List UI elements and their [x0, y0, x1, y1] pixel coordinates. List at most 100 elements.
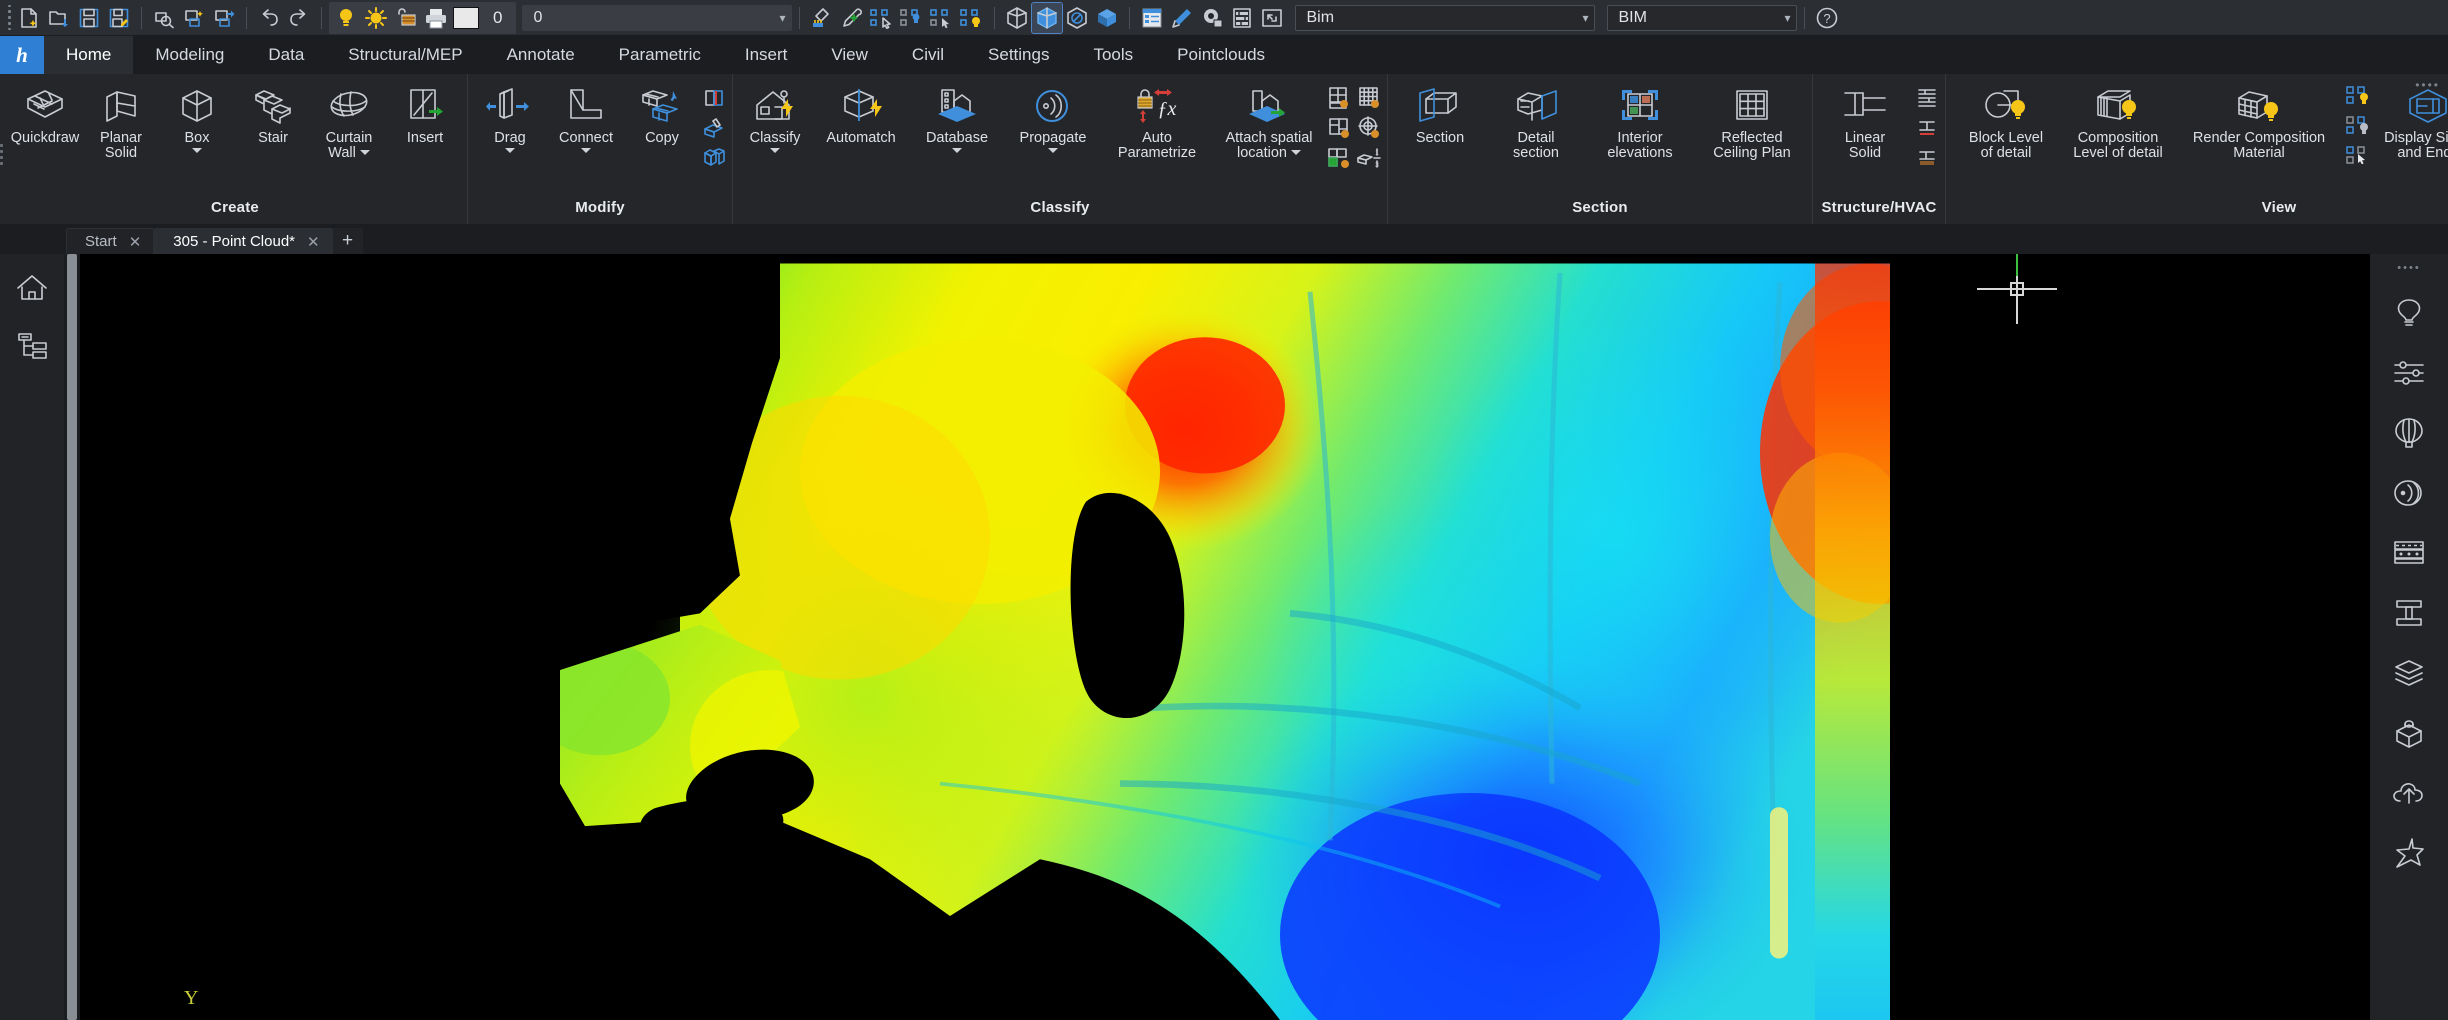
layer-combo[interactable]: 0 ▾: [522, 4, 793, 31]
fullscreen-button[interactable]: [1257, 3, 1287, 33]
copy-edit-icon[interactable]: [700, 84, 728, 112]
spatial-units-icon[interactable]: 13: [1355, 144, 1383, 172]
planar-solid-button[interactable]: Planar Solid: [83, 80, 159, 164]
publish-button[interactable]: [179, 3, 209, 33]
panel-settings[interactable]: [2383, 350, 2435, 396]
panel-cloud-upload[interactable]: [2383, 770, 2435, 816]
ribbon-tab-home[interactable]: Home: [44, 36, 134, 74]
app-logo[interactable]: h: [0, 36, 44, 74]
toolbar-grip[interactable]: [4, 4, 14, 31]
chevron-down-icon[interactable]: [1290, 149, 1301, 155]
close-icon[interactable]: ✕: [307, 233, 320, 251]
export-button[interactable]: [209, 3, 239, 33]
canvas-left-scrollbar[interactable]: [64, 254, 80, 1020]
database-button[interactable]: Database: [909, 80, 1005, 164]
classify-button[interactable]: Classify: [737, 80, 813, 164]
chevron-down-icon[interactable]: [770, 148, 780, 153]
panel-favorites[interactable]: [2383, 830, 2435, 876]
profile-edit-icon[interactable]: [1913, 114, 1941, 142]
drawing-explorer-button[interactable]: [1227, 3, 1257, 33]
spatial-target-icon[interactable]: [1355, 114, 1383, 142]
visual-state-select-icon[interactable]: [2344, 142, 2372, 170]
chevron-down-icon[interactable]: [581, 148, 591, 153]
close-icon[interactable]: ✕: [129, 233, 142, 251]
ribbon-tab-parametric[interactable]: Parametric: [597, 36, 723, 74]
sidebar-item-home[interactable]: [9, 268, 55, 308]
ribbon-tab-tools[interactable]: Tools: [1071, 36, 1155, 74]
panel-profiles[interactable]: [2383, 590, 2435, 636]
profile-library-icon[interactable]: [1913, 144, 1941, 172]
drag-button[interactable]: Drag: [472, 80, 548, 164]
ribbon-tab-pointclouds[interactable]: Pointclouds: [1155, 36, 1287, 74]
clean-screen-button[interactable]: [1167, 3, 1197, 33]
ribbon-tab-modeling[interactable]: Modeling: [133, 36, 246, 74]
plot-preview-button[interactable]: [149, 3, 179, 33]
profile-combo[interactable]: BIM ▾: [1607, 4, 1798, 31]
wireframe-view-button[interactable]: [1002, 3, 1032, 33]
panel-propagate[interactable]: [2383, 470, 2435, 516]
save-as-button[interactable]: [104, 3, 134, 33]
quickdraw-button[interactable]: Quickdraw: [7, 80, 83, 164]
panel-layers[interactable]: [2383, 650, 2435, 696]
ribbon-tab-civil[interactable]: Civil: [890, 36, 966, 74]
panel-blocks[interactable]: [2383, 710, 2435, 756]
display-sides-and-ends-button[interactable]: Display Sidesand Ends: [2372, 80, 2448, 164]
shaded-view-button[interactable]: [1031, 1, 1064, 34]
right-sidebar-grip[interactable]: ••••: [2397, 262, 2420, 276]
undo-button[interactable]: [254, 3, 284, 33]
panel-balloon[interactable]: [2383, 410, 2435, 456]
reflected-ceiling-plan-button[interactable]: Reflected Ceiling Plan: [1696, 80, 1808, 164]
workspace-combo[interactable]: Bim ▾: [1295, 4, 1596, 31]
chevron-down-icon[interactable]: [505, 148, 515, 153]
profile-flange-icon[interactable]: [1913, 84, 1941, 112]
sidebar-item-structure[interactable]: [9, 326, 55, 366]
chevron-down-icon[interactable]: [952, 148, 962, 153]
visual-state-off-icon[interactable]: [2344, 112, 2372, 140]
select-entity-button[interactable]: [897, 3, 927, 33]
properties-panel-button[interactable]: [1137, 3, 1167, 33]
ribbon-tab-settings[interactable]: Settings: [966, 36, 1071, 74]
interior-elevations-button[interactable]: Interior elevations: [1584, 80, 1696, 164]
ribbon-tab-data[interactable]: Data: [246, 36, 326, 74]
ribbon-overflow-handle[interactable]: ••••: [2415, 78, 2440, 92]
curtain-wall-button[interactable]: Curtain Wall: [311, 80, 387, 164]
hidden-view-button[interactable]: [1062, 3, 1092, 33]
propagate-button[interactable]: Propagate: [1005, 80, 1101, 164]
select-similar-button[interactable]: [867, 3, 897, 33]
spatial-plan-icon[interactable]: [1325, 114, 1353, 142]
ribbon-tab-view[interactable]: View: [809, 36, 890, 74]
copy-button[interactable]: Copy: [624, 80, 700, 164]
box-button[interactable]: Box: [159, 80, 235, 164]
new-document-tab-button[interactable]: +: [332, 228, 363, 254]
render-composition-material-button[interactable]: Render Composition Material: [2174, 80, 2344, 164]
auto-parametrize-button[interactable]: ƒx Auto Parametrize: [1101, 80, 1213, 164]
realistic-view-button[interactable]: [1092, 3, 1122, 33]
attach-spatial-location-button[interactable]: Attach spatial location: [1213, 80, 1325, 164]
spatial-room-icon[interactable]: [1325, 144, 1353, 172]
document-tab-point-cloud[interactable]: 305 - Point Cloud* ✕: [154, 228, 333, 254]
section-button[interactable]: Section: [1392, 80, 1488, 164]
chevron-down-icon[interactable]: [192, 148, 202, 153]
ribbon-tab-insert[interactable]: Insert: [723, 36, 810, 74]
linear-solid-button[interactable]: Linear Solid: [1817, 80, 1913, 164]
layer-lock-icon-button[interactable]: [391, 3, 421, 33]
panel-composition[interactable]: [2383, 530, 2435, 576]
printer-icon-button[interactable]: [421, 3, 451, 33]
composition-level-of-detail-button[interactable]: Composition Level of detail: [2062, 80, 2174, 164]
eyedropper-button[interactable]: [837, 3, 867, 33]
chevron-down-icon[interactable]: [359, 149, 370, 155]
color-swatch-button[interactable]: [451, 3, 481, 33]
redo-button[interactable]: [284, 3, 314, 33]
settings-gear-button[interactable]: [1197, 3, 1227, 33]
connect-button[interactable]: Connect: [548, 80, 624, 164]
insert-block-button[interactable]: Insert: [387, 80, 463, 164]
lightbulb-icon-button[interactable]: [331, 3, 361, 33]
spatial-window-icon[interactable]: [1325, 84, 1353, 112]
select-filter-button[interactable]: [927, 3, 957, 33]
open-file-button[interactable]: [44, 3, 74, 33]
panel-lighting[interactable]: [2383, 290, 2435, 336]
block-level-of-detail-button[interactable]: Block Level of detail: [1950, 80, 2062, 164]
copy-array-icon[interactable]: [700, 144, 728, 172]
sun-icon-button[interactable]: [361, 3, 391, 33]
document-tab-start[interactable]: Start ✕: [66, 228, 155, 254]
